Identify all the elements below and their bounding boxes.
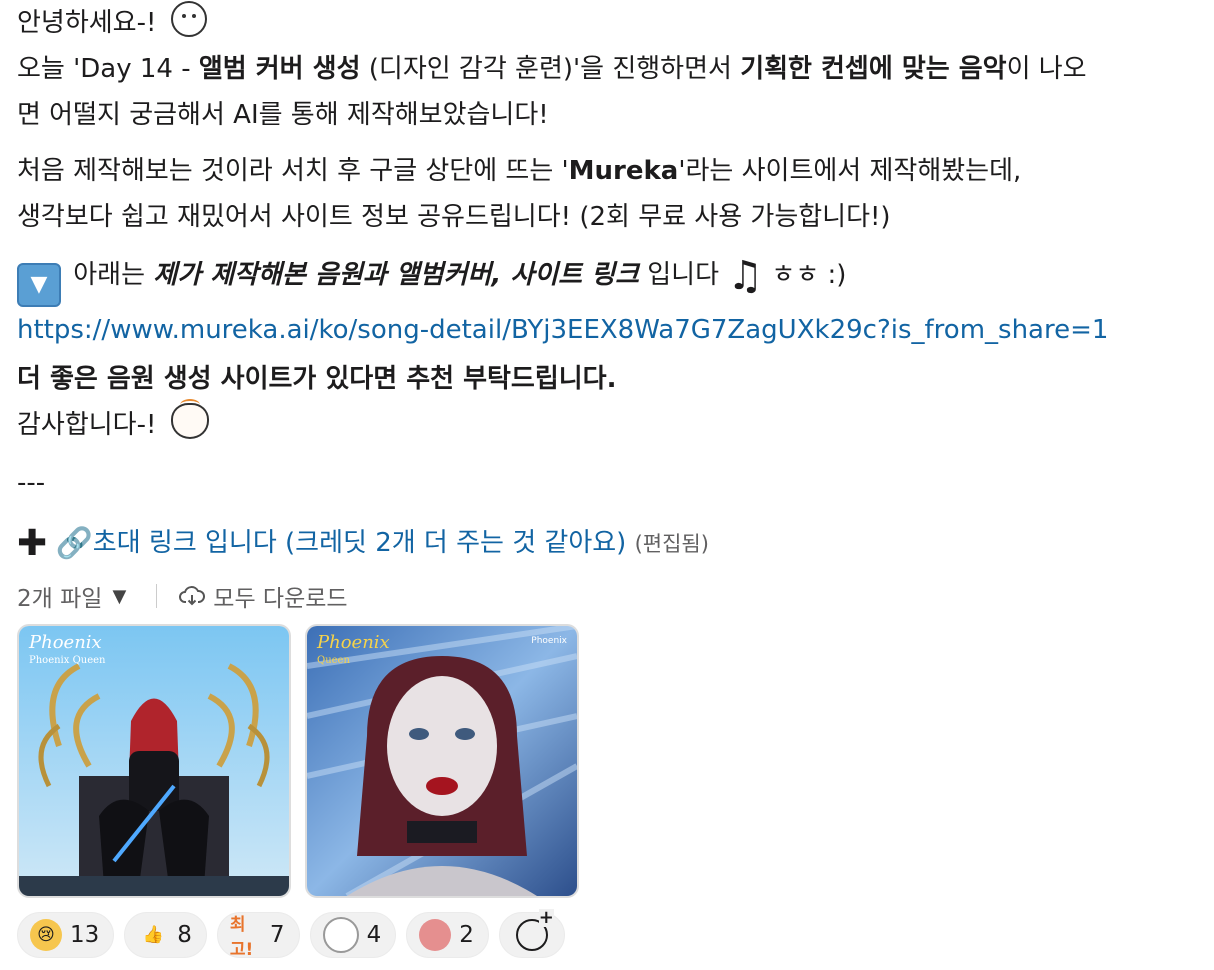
reaction-count: 4 bbox=[366, 922, 382, 948]
reaction-teary-face[interactable]: 😢 13 bbox=[17, 912, 115, 958]
reaction-dog[interactable]: 2 bbox=[406, 912, 489, 958]
share-text-end: 입니다 bbox=[639, 260, 720, 290]
cat-emoji-icon bbox=[170, 399, 209, 439]
musical-note-icon: ♫ bbox=[727, 253, 764, 299]
site-text-end: '라는 사이트에서 제작해봤는데, bbox=[678, 156, 1022, 186]
cover-1-brand: Phoenix Phoenix Queen bbox=[29, 632, 106, 667]
site-name-bold: Mureka bbox=[568, 156, 679, 186]
reactions-bar: 😢 13 👍 8 최고! 7 4 2 bbox=[17, 909, 565, 960]
best-badge-icon: 최고! bbox=[229, 915, 254, 960]
reaction-count: 8 bbox=[177, 922, 192, 948]
greeting-text: 안녕하세요-! bbox=[17, 8, 157, 38]
intro-bold-music: 기획한 컨셉에 맞는 음악 bbox=[740, 54, 1007, 84]
fluffy-face-emoji-icon bbox=[170, 1, 207, 37]
thumbs-up-icon: 👍 bbox=[142, 925, 164, 945]
reaction-best[interactable]: 최고! 7 bbox=[216, 912, 300, 960]
divider-text: --- bbox=[17, 468, 46, 498]
album-cover-thumbnail-2[interactable]: Phoenix Queen Phoenix bbox=[305, 624, 579, 898]
caret-down-icon: ▼ bbox=[112, 585, 127, 607]
intro-bold-album: 앨범 커버 생성 bbox=[198, 54, 361, 84]
album-cover-thumbnail-1[interactable]: Phoenix Phoenix Queen bbox=[17, 624, 291, 898]
cat-icon bbox=[322, 917, 359, 953]
share-bold-italic: 제가 제작해본 음원과 앨범커버, 사이트 링크 bbox=[153, 260, 639, 290]
site-line-2: 생각보다 쉽고 재밌어서 사이트 정보 공유드립니다! (2회 무료 사용 가능… bbox=[17, 202, 891, 232]
site-text-start: 처음 제작해보는 것이라 서치 후 구글 상단에 뜨는 ' bbox=[17, 156, 569, 186]
plus-icon: ✚ bbox=[17, 523, 48, 564]
song-link[interactable]: https://www.mureka.ai/ko/song-detail/BYj… bbox=[17, 315, 1108, 345]
file-count-label: 2개 파일 bbox=[17, 586, 103, 612]
greeting-paragraph: 안녕하세요-! 오늘 'Day 14 - 앨범 커버 생성 (디자인 감각 훈련… bbox=[17, 0, 1087, 138]
reaction-count: 2 bbox=[459, 922, 474, 948]
cover-2-corner-mark: Phoenix bbox=[531, 636, 567, 646]
edited-label: (편집됨) bbox=[634, 532, 709, 556]
recommend-request: 더 좋은 음원 생성 사이트가 있다면 추천 부탁드립니다. bbox=[17, 364, 617, 394]
site-paragraph: 처음 제작해보는 것이라 서치 후 구글 상단에 뜨는 'Mureka'라는 사… bbox=[17, 148, 1021, 240]
add-reaction-icon bbox=[515, 909, 554, 951]
cloud-download-icon bbox=[179, 586, 206, 606]
intro-text-start: 오늘 'Day 14 - bbox=[17, 54, 199, 84]
reaction-cat[interactable]: 4 bbox=[309, 912, 397, 958]
reaction-count: 7 bbox=[269, 922, 285, 948]
thanks-text: 감사합니다-! bbox=[17, 410, 157, 440]
add-reaction-button[interactable] bbox=[498, 909, 565, 958]
cover-2-brand: Phoenix Queen bbox=[317, 632, 390, 667]
file-count-toggle[interactable]: 2개 파일 ▼ bbox=[17, 579, 126, 613]
closing-paragraph: 더 좋은 음원 생성 사이트가 있다면 추천 부탁드립니다. 감사합니다-! bbox=[17, 356, 616, 448]
link-chain-icon: 🔗 bbox=[55, 526, 93, 561]
download-all-button[interactable]: 모두 다운로드 bbox=[179, 579, 348, 613]
share-paragraph: ▼ 아래는 제가 제작해본 음원과 앨범커버, 사이트 링크 입니다 ♫ ㅎㅎ … bbox=[17, 252, 1108, 353]
toolbar-divider bbox=[156, 584, 158, 608]
down-arrow-box-icon: ▼ bbox=[17, 263, 61, 307]
invite-link[interactable]: 초대 링크 입니다 (크레딧 2개 더 주는 것 같아요) bbox=[93, 528, 627, 558]
reaction-thumbs-up[interactable]: 👍 8 bbox=[124, 912, 207, 958]
files-toolbar: 2개 파일 ▼ 모두 다운로드 bbox=[17, 578, 348, 614]
intro-text-end: 이 나오 bbox=[1006, 54, 1087, 84]
share-text-start: 아래는 bbox=[65, 260, 154, 290]
teary-face-icon: 😢 bbox=[30, 919, 62, 951]
dog-icon bbox=[419, 919, 452, 951]
share-tail: ㅎㅎ :) bbox=[763, 260, 847, 290]
intro-text-middle: (디자인 감각 훈련)'을 진행하면서 bbox=[360, 54, 741, 84]
reaction-count: 13 bbox=[70, 922, 100, 948]
download-all-label: 모두 다운로드 bbox=[213, 586, 348, 612]
intro-line-3: 면 어떨지 궁금해서 AI를 통해 제작해보았습니다! bbox=[17, 100, 549, 130]
